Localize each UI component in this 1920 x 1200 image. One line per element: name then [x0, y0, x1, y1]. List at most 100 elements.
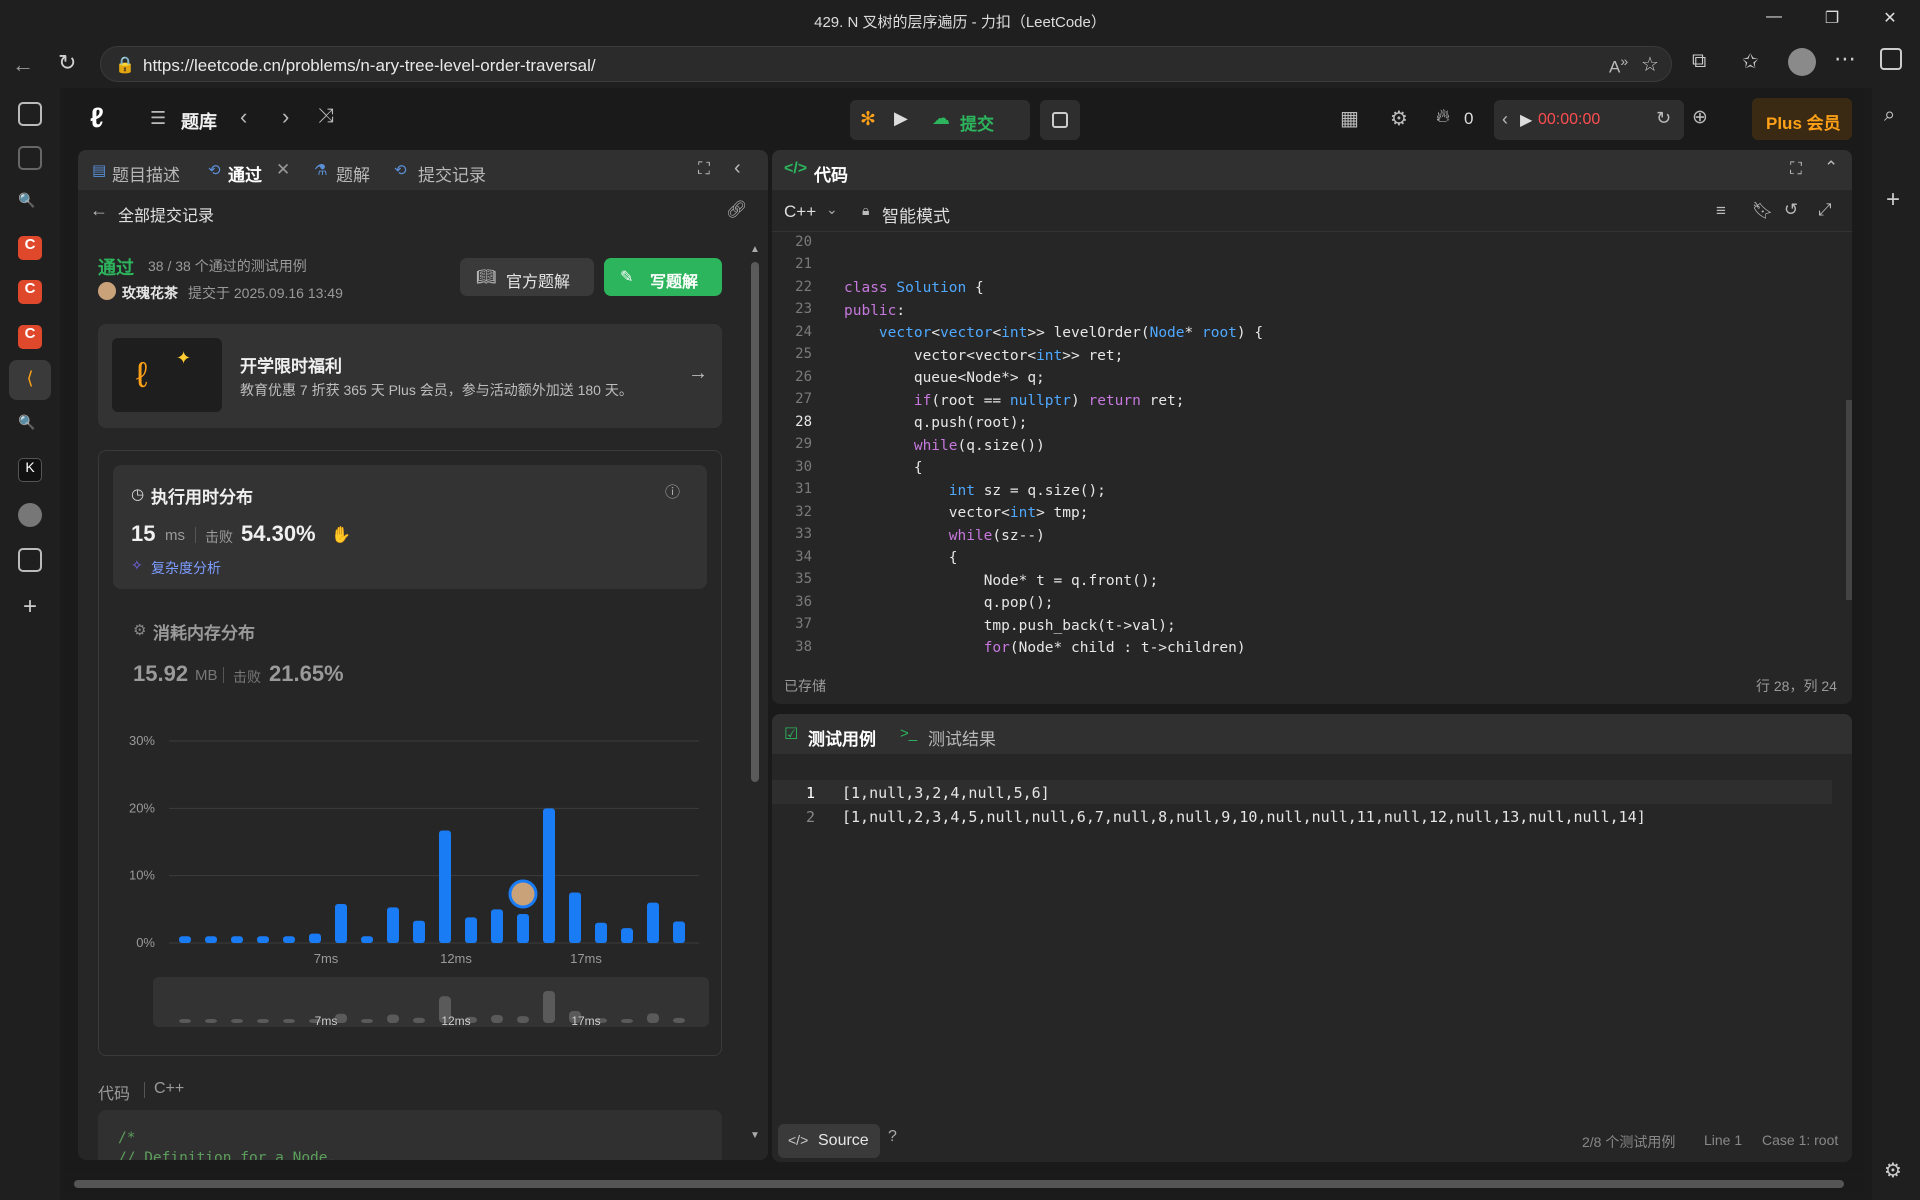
- complexity-analysis-link[interactable]: 复杂度分析: [151, 558, 221, 578]
- user-small-avatar: [98, 282, 116, 300]
- add-icon[interactable]: +: [1886, 186, 1900, 214]
- tab-test-result[interactable]: 测试结果: [928, 725, 996, 750]
- shuffle-icon[interactable]: ⤨: [318, 105, 334, 128]
- tab-testcase[interactable]: 测试用例: [808, 725, 876, 750]
- url-bar[interactable]: 🔒 https://leetcode.cn/problems/n-ary-tre…: [100, 46, 1672, 82]
- settings-icon[interactable]: ⚙: [1390, 106, 1408, 131]
- info-icon[interactable]: ⓘ: [665, 481, 680, 502]
- all-submissions-link[interactable]: 全部提交记录: [118, 202, 214, 226]
- layout-icon[interactable]: ▦: [1340, 106, 1359, 131]
- memory-title[interactable]: 消耗内存分布: [153, 619, 255, 644]
- extensions-icon[interactable]: ⧉: [1692, 50, 1706, 73]
- source-button[interactable]: </> Source: [778, 1124, 880, 1158]
- search-icon[interactable]: ⌕: [1884, 104, 1895, 127]
- url-text[interactable]: https://leetcode.cn/problems/n-ary-tree-…: [143, 56, 596, 76]
- editor-expand-icon[interactable]: ⛶: [1790, 159, 1802, 179]
- chart-bar: [543, 808, 555, 943]
- timer-play-icon[interactable]: ▶: [1520, 110, 1532, 130]
- close-tab-icon[interactable]: ✕: [276, 160, 290, 180]
- debug-icon[interactable]: ✻: [860, 108, 876, 131]
- official-solution-label: 官方题解: [506, 274, 571, 291]
- close-window-icon[interactable]: ✕: [1878, 8, 1902, 32]
- reset-icon[interactable]: ↺: [1784, 200, 1798, 220]
- help-icon[interactable]: ?: [888, 1128, 897, 1146]
- overview-bar: [283, 1019, 295, 1023]
- promo-banner[interactable]: ℓ ✦ 开学限时福利 教育优惠 7 折获 365 天 Plus 会员，参与活动额…: [98, 324, 722, 428]
- profile-avatar[interactable]: [1788, 48, 1816, 76]
- tab-c-icon-3[interactable]: C: [18, 325, 42, 349]
- minimize-icon[interactable]: —: [1762, 8, 1786, 32]
- scroll-down-icon[interactable]: ▼: [750, 1130, 760, 1141]
- tab-solutions[interactable]: 题解: [336, 161, 370, 186]
- tab-accepted[interactable]: 通过: [228, 161, 262, 186]
- overview-bar: [257, 1019, 269, 1023]
- submit-button[interactable]: 提交: [960, 110, 994, 135]
- tab-c-icon-1[interactable]: C: [18, 236, 42, 260]
- add-friend-icon[interactable]: ⊕: [1692, 106, 1708, 129]
- code-text[interactable]: class Solution { public: vector<vector<i…: [844, 232, 1263, 656]
- calendar-tab-icon[interactable]: [18, 548, 42, 572]
- runtime-distribution-chart[interactable]: 30% 20% 10% 0% 7ms 12ms 17ms 7ms 12ms 17ms: [99, 721, 721, 1051]
- link-icon[interactable]: 🔗︎: [726, 200, 748, 220]
- history-icon[interactable]: [18, 146, 42, 170]
- k-tab-icon[interactable]: K: [18, 458, 42, 482]
- official-solution-button[interactable]: 📖︎ 官方题解: [460, 258, 594, 296]
- sidebar-toggle-icon[interactable]: [1880, 48, 1902, 70]
- run-submit-group: ✻ ▶ ☁ 提交: [850, 100, 1030, 140]
- leetcode-tab-icon[interactable]: ⟨: [18, 368, 42, 392]
- timer-collapse-icon[interactable]: ‹: [1502, 109, 1508, 130]
- expand-icon[interactable]: ⛶: [698, 159, 710, 179]
- more-icon[interactable]: ⋯: [1834, 46, 1856, 72]
- y-tick-label: 0%: [136, 935, 155, 950]
- timer-value: 00:00:00: [1538, 111, 1601, 128]
- timer-reset-icon[interactable]: ↻: [1656, 108, 1671, 129]
- notes-button[interactable]: [1040, 100, 1080, 140]
- settings-gear-icon[interactable]: ⚙: [1884, 1158, 1902, 1183]
- write-solution-button[interactable]: ✎ 写题解: [604, 258, 722, 296]
- favorite-star-icon[interactable]: ☆: [1641, 52, 1659, 77]
- chart-bar: [231, 936, 243, 943]
- code-area[interactable]: 20 21 22 23 24 25 26 27 28 29 30 31 32 3…: [772, 232, 1852, 656]
- scroll-up-icon[interactable]: ▲: [750, 244, 760, 255]
- smart-mode[interactable]: 智能模式: [882, 202, 950, 227]
- testcase-line-2[interactable]: [1,null,2,3,4,5,null,null,6,7,null,8,nul…: [842, 808, 1646, 826]
- left-scrollbar[interactable]: ▲ ▼: [750, 244, 760, 1144]
- chevron-down-icon[interactable]: ⌄: [826, 201, 838, 218]
- chart-bar: [647, 902, 659, 943]
- editor-collapse-icon[interactable]: ⌃: [1824, 158, 1838, 178]
- github-tab-icon[interactable]: [18, 503, 42, 527]
- restore-icon[interactable]: ❐: [1820, 8, 1844, 32]
- prev-problem-icon[interactable]: ‹: [240, 104, 247, 130]
- runtime-card[interactable]: ◷ 执行用时分布 ⓘ 15 ms 击败 54.30% ✋ ✧ 复杂度分析: [113, 465, 707, 589]
- fullscreen-icon[interactable]: ⤢: [1818, 200, 1832, 220]
- editor-scrollbar[interactable]: [1846, 400, 1852, 600]
- plus-membership-button[interactable]: Plus 会员: [1752, 98, 1852, 140]
- search-tab-icon-2[interactable]: 🔍: [18, 414, 42, 438]
- promo-arrow-icon[interactable]: →: [688, 362, 708, 385]
- tab-c-icon-2[interactable]: C: [18, 280, 42, 304]
- problem-bank-link[interactable]: 题库: [181, 108, 217, 134]
- leetcode-logo-icon[interactable]: ℓ: [90, 104, 116, 134]
- refresh-icon[interactable]: ↻: [58, 50, 76, 76]
- sparkle-icon: ✦: [176, 348, 192, 368]
- new-tab-icon[interactable]: +: [18, 595, 42, 620]
- favorites-icon[interactable]: ✩: [1742, 49, 1759, 74]
- language-select[interactable]: C++: [784, 202, 816, 222]
- tab-submissions[interactable]: 提交记录: [418, 161, 486, 186]
- tabs-icon[interactable]: [18, 102, 42, 126]
- horizontal-scroll-thumb[interactable]: [74, 1180, 1844, 1188]
- search-tab-icon[interactable]: 🔍: [18, 192, 42, 216]
- back-icon[interactable]: ←: [12, 52, 34, 78]
- collapse-panel-icon[interactable]: ‹: [734, 157, 741, 180]
- scroll-thumb[interactable]: [751, 262, 759, 782]
- format-icon[interactable]: ≡: [1716, 201, 1726, 221]
- read-aloud-icon[interactable]: A»: [1609, 54, 1628, 78]
- next-problem-icon[interactable]: ›: [282, 104, 289, 130]
- back-arrow-icon[interactable]: ←: [90, 200, 108, 221]
- username[interactable]: 玫瑰花茶: [122, 283, 178, 303]
- bookmark-icon[interactable]: 🔖︎: [1752, 201, 1774, 221]
- horizontal-scrollbar[interactable]: [64, 1176, 1864, 1192]
- tab-description[interactable]: 题目描述: [112, 161, 180, 186]
- run-icon[interactable]: ▶: [894, 108, 908, 129]
- testcase-line-1[interactable]: [1,null,3,2,4,null,5,6]: [842, 784, 1050, 802]
